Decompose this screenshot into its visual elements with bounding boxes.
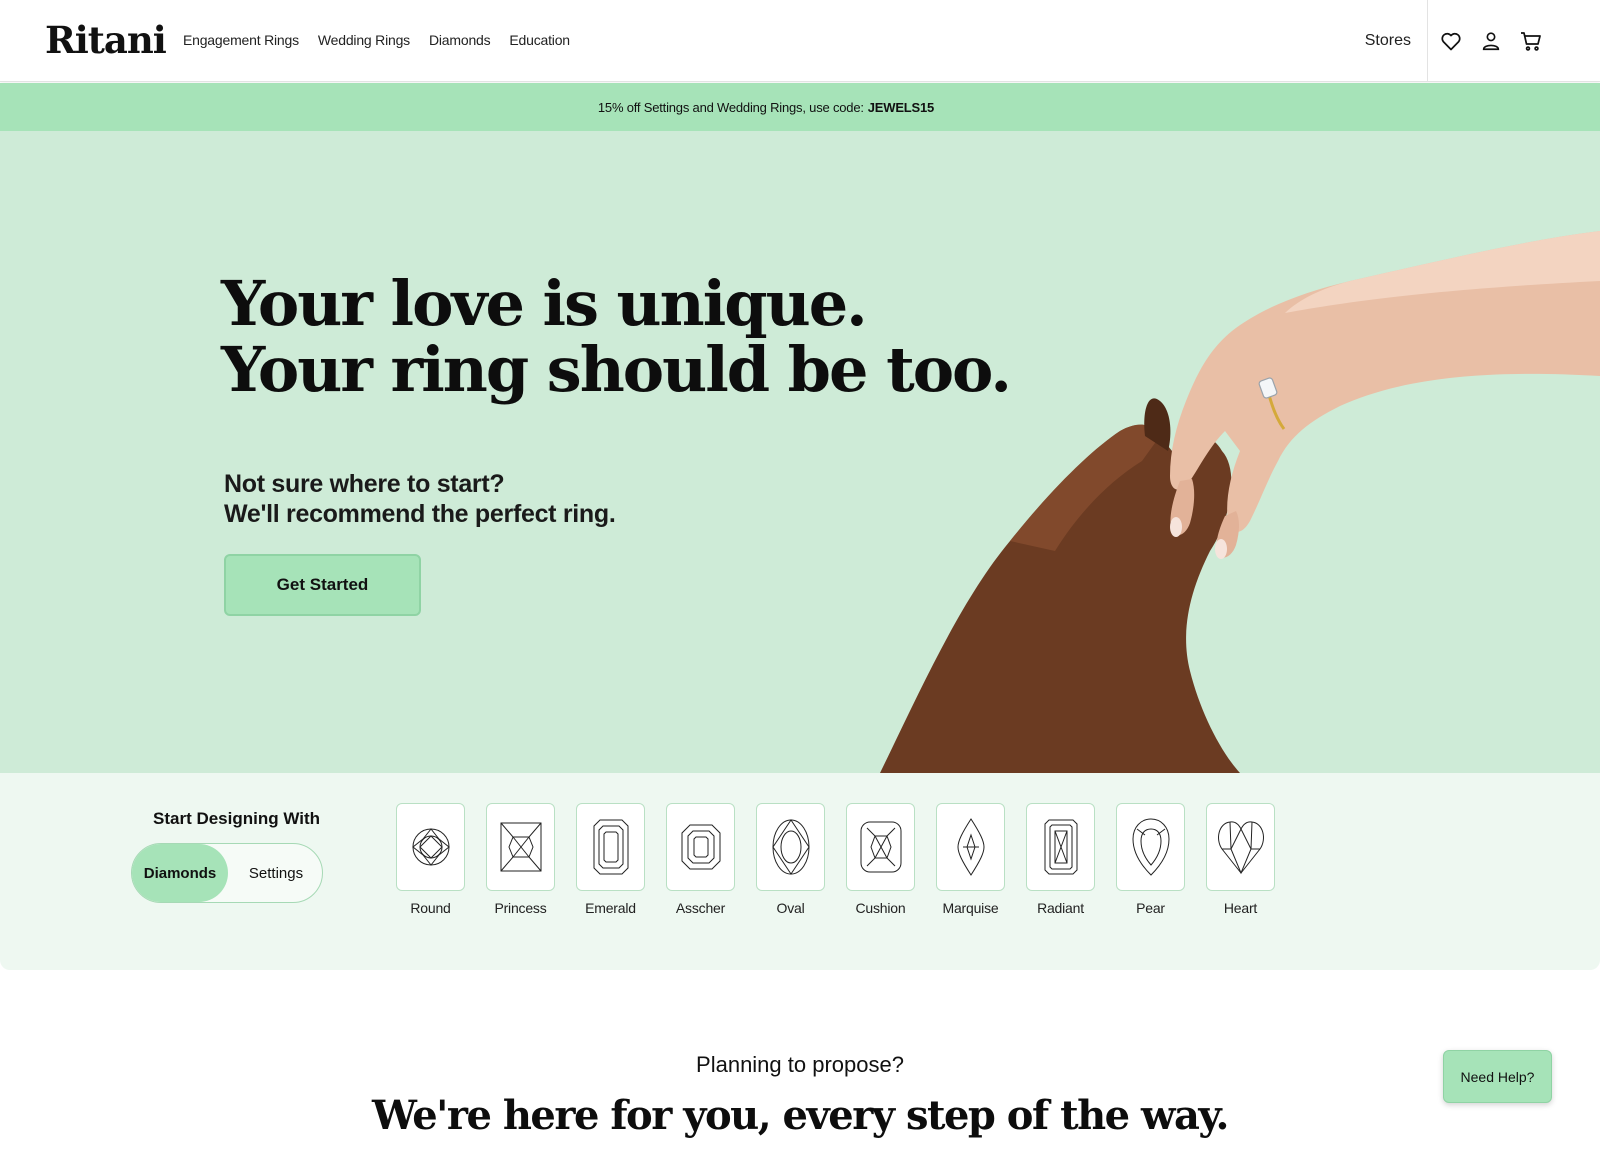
user-icon[interactable] — [1478, 28, 1504, 54]
shape-card — [1026, 803, 1095, 891]
shape-marquise[interactable]: Marquise — [936, 803, 1005, 916]
start-designing-section: Start Designing With Diamonds Settings R… — [0, 773, 1600, 970]
toggle-diamonds[interactable]: Diamonds — [132, 844, 228, 902]
shape-card — [576, 803, 645, 891]
shape-label: Asscher — [675, 900, 726, 916]
shape-asscher[interactable]: Asscher — [666, 803, 735, 916]
diamond-shape-list: Round Princess Emerald Asscher Oval Cush… — [396, 803, 1275, 916]
promo-text: 15% off Settings and Wedding Rings, use … — [597, 99, 864, 115]
site-header: Ritani Engagement Rings Wedding Rings Di… — [0, 0, 1600, 82]
start-designing-label: Start Designing With — [153, 809, 321, 828]
nav-diamonds[interactable]: Diamonds — [429, 32, 491, 48]
hero-subtitle-line-1: Not sure where to start? — [224, 470, 505, 498]
shape-label: Round — [410, 900, 451, 916]
cushion-diamond-icon — [860, 821, 901, 873]
shape-card — [1206, 803, 1275, 891]
shape-card — [846, 803, 915, 891]
stores-link[interactable]: Stores — [1365, 32, 1411, 50]
shape-emerald[interactable]: Emerald — [576, 803, 645, 916]
shape-label: Cushion — [855, 900, 906, 916]
shape-oval[interactable]: Oval — [756, 803, 825, 916]
hero-subtitle: Not sure where to start? We'll recommend… — [224, 469, 616, 529]
need-help-button[interactable]: Need Help? — [1443, 1050, 1552, 1103]
shape-round[interactable]: Round — [396, 803, 465, 916]
round-diamond-icon — [411, 828, 450, 866]
header-icons — [1428, 28, 1600, 54]
radiant-diamond-icon — [1044, 819, 1077, 875]
shape-card — [666, 803, 735, 891]
shape-pear[interactable]: Pear — [1116, 803, 1185, 916]
heart-icon[interactable] — [1438, 28, 1464, 54]
toggle-settings[interactable]: Settings — [228, 844, 324, 902]
section-eyebrow: Planning to propose? — [696, 1052, 904, 1077]
main-nav: Engagement Rings Wedding Rings Diamonds … — [183, 32, 570, 48]
logo[interactable]: Ritani — [45, 18, 167, 62]
shape-label: Emerald — [585, 900, 636, 916]
promo-code: JEWELS15 — [867, 99, 935, 115]
shape-card — [756, 803, 825, 891]
hero-subtitle-line-2: We'll recommend the perfect ring. — [224, 500, 616, 528]
marquise-diamond-icon — [956, 818, 985, 876]
nav-engagement-rings[interactable]: Engagement Rings — [183, 32, 299, 48]
princess-diamond-icon — [500, 822, 541, 872]
hero-hands-image — [880, 231, 1600, 773]
get-started-button[interactable]: Get Started — [224, 554, 421, 616]
shape-label: Pear — [1136, 900, 1165, 916]
asscher-diamond-icon — [681, 824, 720, 870]
section-headline: We're here for you, every step of the wa… — [372, 1092, 1229, 1139]
shape-card — [396, 803, 465, 891]
emerald-diamond-icon — [593, 819, 628, 875]
shape-card — [1116, 803, 1185, 891]
shape-label: Heart — [1223, 900, 1258, 916]
shape-radiant[interactable]: Radiant — [1026, 803, 1095, 916]
shape-label: Marquise — [942, 900, 999, 916]
design-mode-toggle: Diamonds Settings — [131, 843, 323, 903]
heart-diamond-icon — [1217, 821, 1264, 875]
shape-heart[interactable]: Heart — [1206, 803, 1275, 916]
shape-card — [936, 803, 1005, 891]
shape-cushion[interactable]: Cushion — [846, 803, 915, 916]
shape-label: Princess — [494, 900, 547, 916]
shape-princess[interactable]: Princess — [486, 803, 555, 916]
shape-label: Radiant — [1037, 900, 1084, 916]
shape-card — [486, 803, 555, 891]
oval-diamond-icon — [771, 819, 810, 875]
promo-bar: 15% off Settings and Wedding Rings, use … — [0, 83, 1600, 131]
cart-icon[interactable] — [1518, 28, 1544, 54]
nav-wedding-rings[interactable]: Wedding Rings — [318, 32, 410, 48]
pear-diamond-icon — [1131, 818, 1170, 876]
nav-education[interactable]: Education — [509, 32, 570, 48]
hero-banner: Your love is unique. Your ring should be… — [0, 131, 1600, 773]
header-actions: Stores — [1365, 0, 1600, 82]
shape-label: Oval — [776, 900, 805, 916]
